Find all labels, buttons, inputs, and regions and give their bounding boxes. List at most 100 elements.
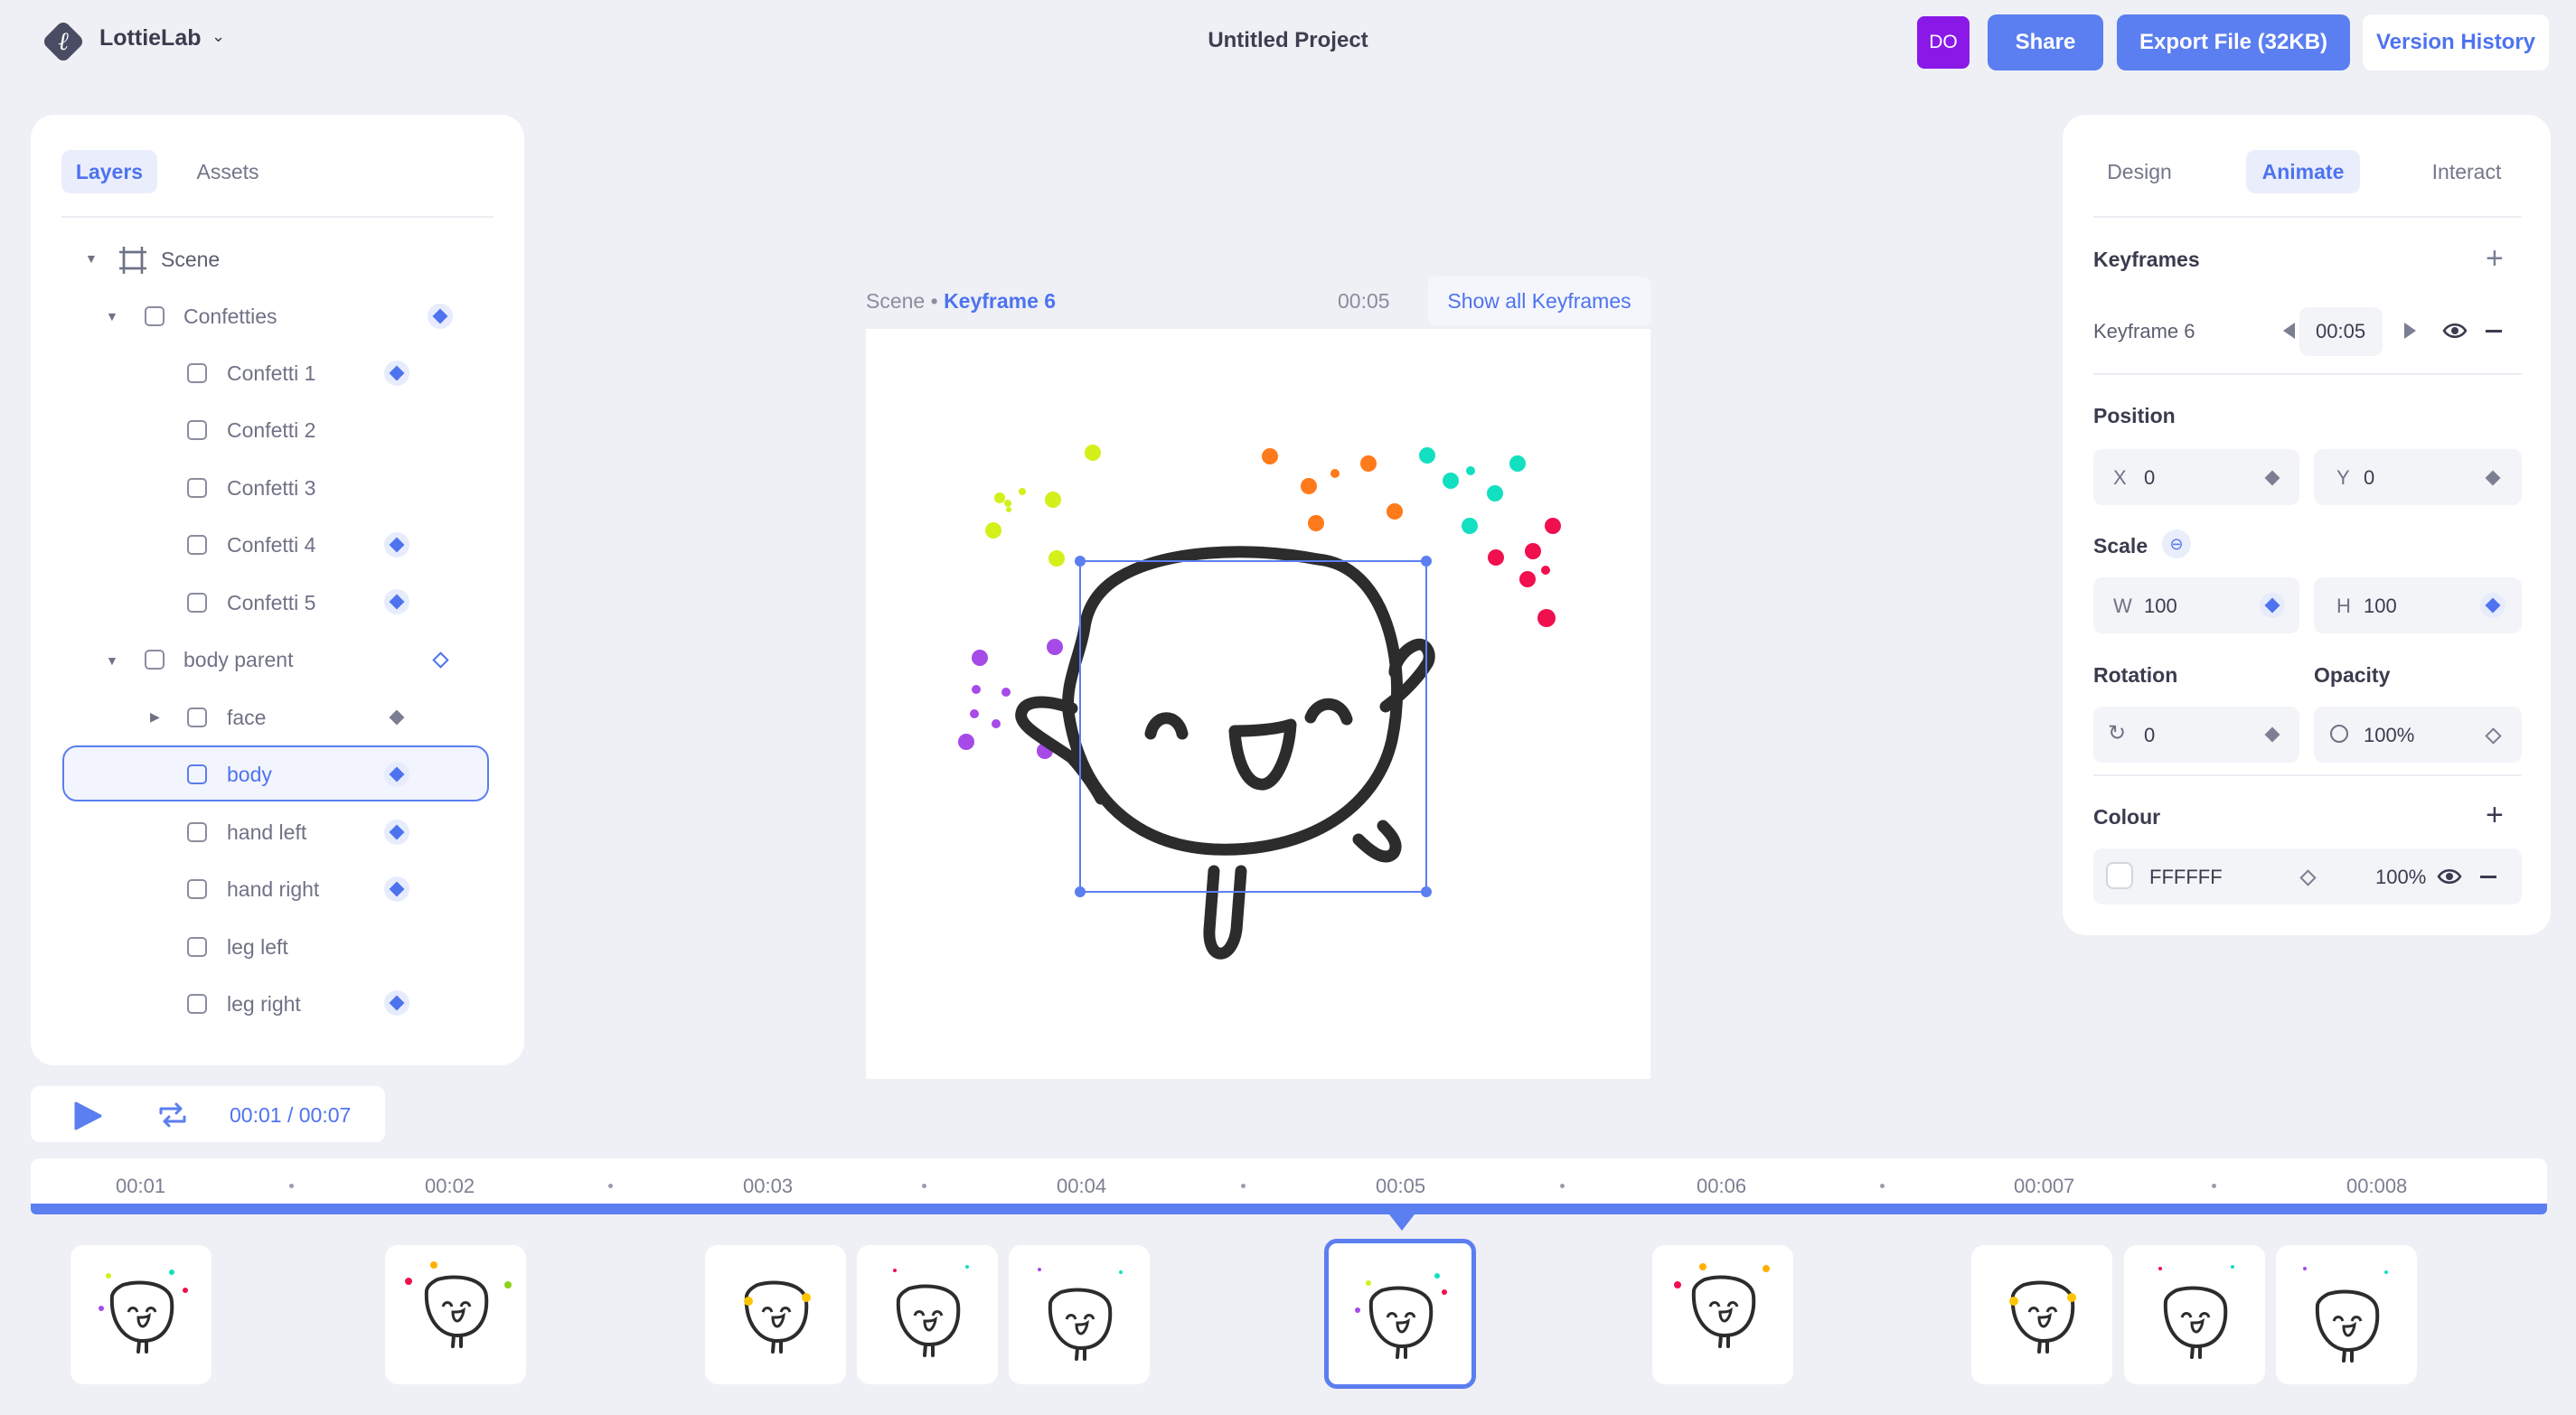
layer-checkbox[interactable] — [187, 994, 207, 1014]
layer-name-confetti-3[interactable]: Confetti 3 — [227, 476, 315, 501]
version-history-button[interactable]: Version History — [2363, 14, 2549, 70]
opacity-value[interactable]: 100% — [2364, 724, 2414, 747]
layer-checkbox[interactable] — [145, 650, 165, 670]
remove-keyframe-icon[interactable] — [2486, 330, 2502, 333]
keyframe-thumbnail[interactable] — [1971, 1245, 2112, 1384]
position-y-label: Y — [2336, 466, 2350, 489]
position-x-value[interactable]: 0 — [2144, 466, 2155, 490]
keyframe-diamond-icon[interactable] — [2260, 593, 2285, 618]
breadcrumb-keyframe[interactable]: Keyframe 6 — [944, 289, 1056, 313]
keyframe-thumbnail[interactable] — [385, 1245, 526, 1384]
layer-checkbox[interactable] — [187, 593, 207, 613]
keyframe-thumbnail[interactable] — [71, 1245, 212, 1384]
layer-name-hand-right[interactable]: hand right — [227, 877, 319, 902]
keyframe-thumbnail[interactable] — [705, 1245, 846, 1384]
layer-name-leg-right[interactable]: leg right — [227, 992, 301, 1017]
keyframe-diamond-icon[interactable] — [384, 589, 409, 614]
keyframe-diamond-icon[interactable] — [384, 876, 409, 902]
timeline-label: 00:05 — [1376, 1175, 1426, 1197]
keyframe-diamond-icon[interactable] — [384, 532, 409, 558]
position-x-label: X — [2113, 466, 2127, 489]
expand-triangle-icon[interactable]: ▼ — [85, 251, 98, 266]
show-all-keyframes-button[interactable]: Show all Keyframes — [1428, 276, 1650, 325]
layer-checkbox[interactable] — [187, 420, 207, 440]
layer-name-body-parent[interactable]: body parent — [183, 648, 293, 672]
layer-name-leg-left[interactable]: leg left — [227, 935, 288, 960]
timeline-dot — [1880, 1184, 1885, 1188]
keyframe-thumbnail[interactable] — [1652, 1245, 1793, 1384]
divider — [61, 216, 494, 218]
layer-checkbox[interactable] — [187, 478, 207, 498]
tab-design[interactable]: Design — [2081, 150, 2198, 193]
keyframe-thumbnail[interactable] — [857, 1245, 998, 1384]
avatar[interactable]: DO — [1917, 16, 1970, 69]
loop-icon[interactable] — [157, 1101, 188, 1129]
keyframe-diamond-icon[interactable] — [384, 762, 409, 787]
add-keyframe-icon[interactable]: + — [2486, 241, 2504, 276]
layer-checkbox[interactable] — [187, 708, 207, 727]
keyframe-thumbnail[interactable] — [2276, 1245, 2417, 1384]
playhead-marker[interactable] — [1389, 1214, 1415, 1231]
keyframe-time[interactable]: 00:05 — [2316, 320, 2365, 343]
artboard[interactable] — [866, 329, 1650, 1079]
layer-checkbox[interactable] — [187, 879, 207, 899]
keyframe-diamond-icon[interactable] — [2480, 593, 2505, 618]
layer-name-face[interactable]: face — [227, 706, 266, 730]
add-colour-icon[interactable]: + — [2486, 798, 2504, 833]
layer-name-confetti-4[interactable]: Confetti 4 — [227, 533, 315, 558]
tab-interact[interactable]: Interact — [2408, 150, 2525, 193]
tab-animate[interactable]: Animate — [2246, 150, 2360, 193]
keyframe-diamond-icon[interactable] — [428, 304, 453, 329]
layer-checkbox[interactable] — [187, 822, 207, 842]
export-file-button[interactable]: Export File (32KB) — [2117, 14, 2350, 70]
layer-checkbox[interactable] — [145, 306, 165, 326]
keyframe-thumbnail-selected[interactable] — [1324, 1239, 1476, 1389]
link-icon[interactable]: ⊖ — [2162, 529, 2191, 558]
layer-name-body[interactable]: body — [227, 763, 272, 787]
timeline-progress-bar[interactable] — [31, 1204, 2547, 1214]
eye-icon[interactable] — [2442, 320, 2468, 342]
opacity-icon — [2330, 725, 2348, 743]
share-button[interactable]: Share — [1988, 14, 2103, 70]
keyframe-name: Keyframe 6 — [2093, 320, 2195, 342]
eye-icon[interactable] — [2437, 866, 2462, 887]
remove-colour-icon[interactable] — [2480, 876, 2496, 878]
keyframe-thumbnail[interactable] — [1009, 1245, 1150, 1384]
breadcrumb-scene[interactable]: Scene — [866, 289, 925, 313]
keyframe-diamond-icon[interactable] — [384, 990, 409, 1016]
timeline-dot — [1241, 1184, 1246, 1188]
keyframe-diamond-icon[interactable] — [384, 820, 409, 845]
layer-name-confetti-1[interactable]: Confetti 1 — [227, 361, 315, 386]
prev-keyframe-icon[interactable] — [2283, 323, 2295, 339]
scale-h-value[interactable]: 100 — [2364, 595, 2397, 618]
colour-swatch[interactable] — [2106, 862, 2133, 889]
colour-hex[interactable]: FFFFFF — [2149, 866, 2223, 889]
layer-name-confetti-5[interactable]: Confetti 5 — [227, 591, 315, 615]
expand-triangle-icon[interactable]: ▼ — [106, 309, 118, 323]
keyframes-title: Keyframes — [2093, 248, 2200, 271]
position-y-value[interactable]: 0 — [2364, 466, 2374, 490]
next-keyframe-icon[interactable] — [2404, 323, 2416, 339]
tab-assets[interactable]: Assets — [183, 150, 273, 193]
layer-name-hand-left[interactable]: hand left — [227, 820, 306, 845]
timeline-label: 00:02 — [425, 1175, 475, 1197]
keyframe-thumbnail[interactable] — [2124, 1245, 2265, 1384]
tab-layers[interactable]: Layers — [61, 150, 157, 193]
scale-w-value[interactable]: 100 — [2144, 595, 2177, 618]
layer-name-scene[interactable]: Scene — [161, 248, 220, 272]
keyframe-diamond-icon[interactable] — [384, 361, 409, 386]
layer-checkbox[interactable] — [187, 535, 207, 555]
expand-triangle-icon[interactable]: ▼ — [106, 653, 118, 668]
collapsed-triangle-icon[interactable]: ▶ — [150, 709, 160, 725]
rotation-value[interactable]: 0 — [2144, 724, 2155, 747]
layer-checkbox[interactable] — [187, 937, 207, 957]
colour-opacity[interactable]: 100% — [2375, 866, 2426, 889]
layer-checkbox[interactable] — [187, 363, 207, 383]
canvas-time: 00:05 — [1338, 289, 1390, 313]
layer-checkbox[interactable] — [187, 764, 207, 784]
layer-name-confetti-2[interactable]: Confetti 2 — [227, 418, 315, 443]
play-icon[interactable] — [72, 1101, 103, 1131]
divider — [2093, 774, 2522, 776]
total-time: 00:07 — [298, 1103, 352, 1127]
layer-name-confetties[interactable]: Confetties — [183, 305, 277, 329]
